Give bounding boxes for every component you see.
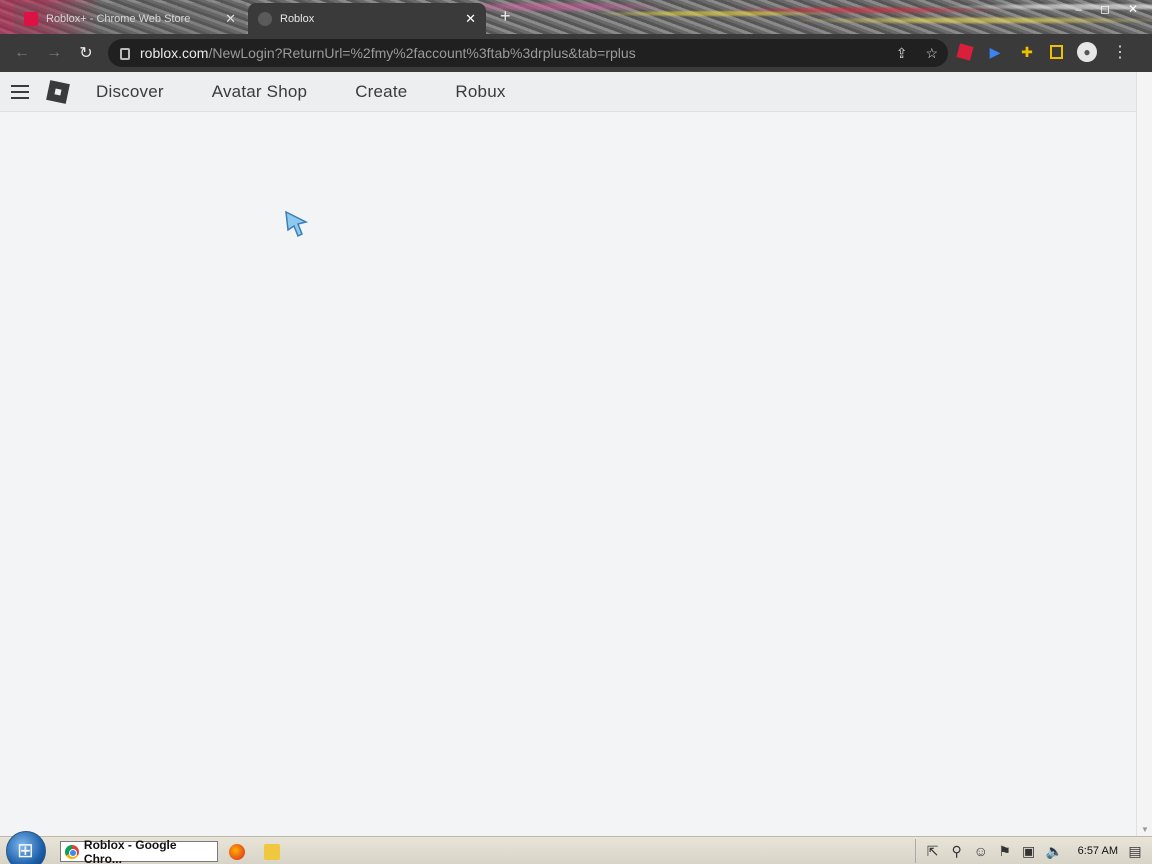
volume-icon[interactable]: 🔈: [1046, 843, 1063, 860]
chrome-icon: [65, 844, 79, 859]
bookmark-star-icon[interactable]: ☆: [925, 45, 938, 62]
reload-button[interactable]: ↻: [70, 43, 102, 63]
scroll-down-arrow-icon[interactable]: ▼: [1141, 825, 1149, 834]
tab-roblox[interactable]: Roblox ✕: [248, 3, 486, 34]
tab-title: Roblox+ - Chrome Web Store: [46, 12, 191, 25]
forward-button[interactable]: →: [38, 44, 70, 62]
page-content: [0, 112, 1136, 836]
window-controls: – ◻ ✕: [1075, 2, 1138, 16]
vertical-scrollbar[interactable]: ▼: [1136, 72, 1152, 836]
tab-roblox-plus-store[interactable]: Roblox+ - Chrome Web Store ✕: [14, 3, 246, 34]
browser-tab-strip: Roblox+ - Chrome Web Store ✕ Roblox ✕ + …: [0, 0, 1152, 34]
mouse-cursor-icon: [285, 210, 309, 238]
smiley-icon[interactable]: ☺: [974, 843, 988, 859]
chrome-web-store-icon: [24, 11, 38, 26]
search-icon[interactable]: ⚲: [950, 843, 964, 860]
close-tab-icon[interactable]: ✕: [465, 11, 476, 27]
folder-icon[interactable]: [264, 844, 280, 860]
nav-create[interactable]: Create: [355, 82, 407, 102]
roblox-top-nav: Discover Avatar Shop Create Robux: [0, 72, 1136, 112]
roblox-logo-icon[interactable]: [46, 79, 70, 104]
firefox-icon[interactable]: [229, 844, 245, 860]
close-tab-icon[interactable]: ✕: [225, 11, 236, 27]
nav-robux[interactable]: Robux: [455, 82, 505, 102]
restore-button[interactable]: ◻: [1100, 2, 1110, 16]
network-icon[interactable]: ▣: [1022, 843, 1036, 860]
system-tray: ⇱ ⚲ ☺ ⚑ ▣ 🔈 6:57 AM ▤: [914, 839, 1152, 863]
kebab-menu-icon[interactable]: ⋮: [1111, 43, 1129, 61]
start-button[interactable]: [6, 831, 46, 864]
browser-toolbar: ← → ↻ roblox.com /NewLogin?ReturnUrl=%2f…: [0, 34, 1152, 72]
taskbar-chrome-window[interactable]: Roblox - Google Chro...: [60, 837, 218, 864]
taskbar-window-label: Roblox - Google Chro...: [83, 837, 177, 864]
nav-discover[interactable]: Discover: [96, 82, 164, 102]
extensions-puzzle-icon[interactable]: ✚: [1018, 43, 1036, 61]
lock-icon[interactable]: [120, 48, 130, 60]
roblox-extension-icon[interactable]: [956, 43, 974, 61]
windows-taskbar: Roblox - Google Chro... ⇱ ⚲ ☺ ⚑ ▣ 🔈 6:57…: [0, 831, 1152, 864]
minimize-button[interactable]: –: [1075, 2, 1082, 16]
hamburger-menu-icon[interactable]: [11, 84, 29, 99]
tab-title: Roblox: [280, 12, 315, 25]
extension-icons: ▶ ✚ ● ⋮: [956, 42, 1129, 62]
new-tab-button[interactable]: +: [500, 6, 511, 27]
side-panel-icon[interactable]: [1050, 45, 1063, 59]
show-desktop-icon[interactable]: ▤: [1128, 843, 1142, 860]
close-window-button[interactable]: ✕: [1128, 2, 1138, 16]
play-extension-icon[interactable]: ▶: [986, 43, 1004, 61]
roblox-favicon-icon: [258, 11, 272, 26]
share-icon[interactable]: ⇪: [896, 45, 908, 62]
address-bar[interactable]: roblox.com /NewLogin?ReturnUrl=%2fmy%2fa…: [108, 39, 948, 67]
pointer-tool-icon[interactable]: ⇱: [926, 843, 940, 860]
url-path: /NewLogin?ReturnUrl=%2fmy%2faccount%3fta…: [208, 45, 636, 61]
flag-icon[interactable]: ⚑: [998, 843, 1012, 860]
clock[interactable]: 6:57 AM: [1078, 845, 1118, 857]
nav-avatar-shop[interactable]: Avatar Shop: [212, 82, 307, 102]
back-button[interactable]: ←: [6, 44, 38, 62]
profile-avatar-icon[interactable]: ●: [1077, 42, 1097, 62]
url-host: roblox.com: [140, 45, 209, 61]
